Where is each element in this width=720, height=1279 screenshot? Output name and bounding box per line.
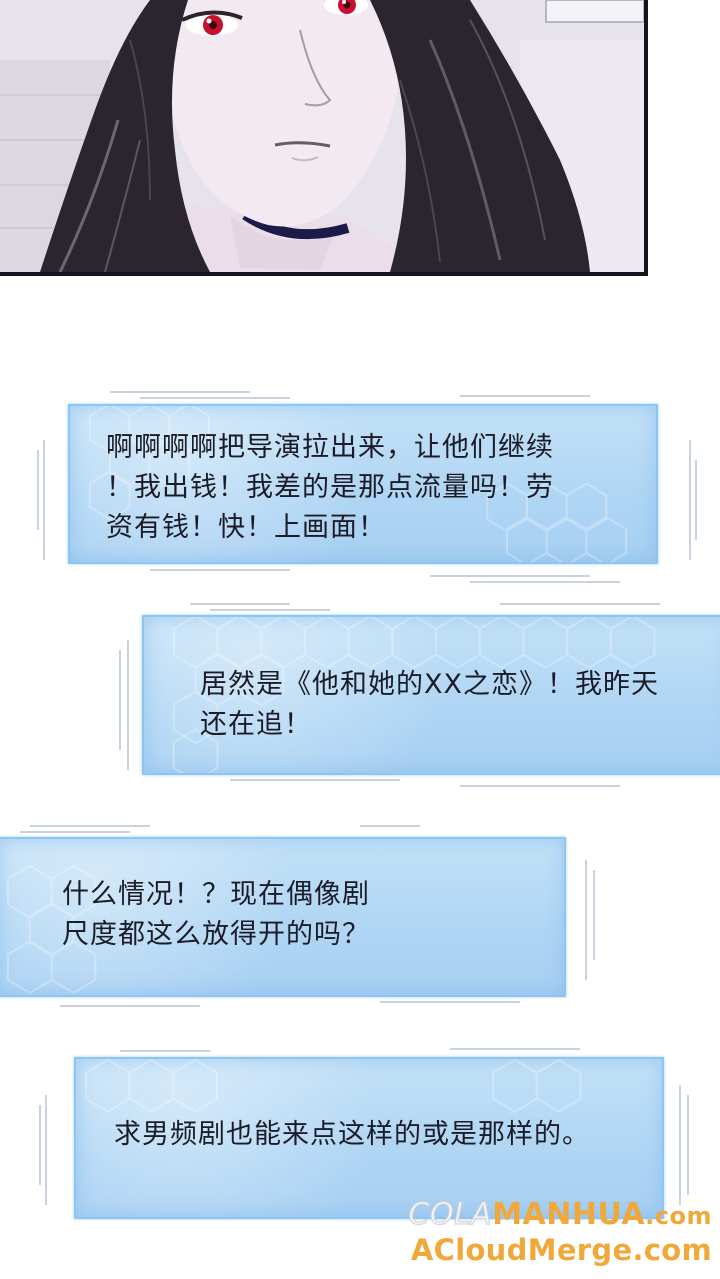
comic-page: 啊啊啊啊把导演拉出来，让他们继续 ！我出钱！我差的是那点流量吗！劳 资有钱！快！… bbox=[0, 0, 720, 1279]
comment-text: 啊啊啊啊把导演拉出来，让他们继续 ！我出钱！我差的是那点流量吗！劳 资有钱！快！… bbox=[106, 432, 554, 543]
comment-bubble: 求男频剧也能来点这样的或是那样的。 bbox=[74, 1057, 664, 1219]
comment-text: 什么情况！？现在偶像剧 尺度都这么放得开的吗？ bbox=[62, 879, 370, 950]
comment-text: 求男频剧也能来点这样的或是那样的。 bbox=[114, 1119, 590, 1150]
comment-bubble: 啊啊啊啊把导演拉出来，让他们继续 ！我出钱！我差的是那点流量吗！劳 资有钱！快！… bbox=[68, 404, 658, 564]
watermark: COLAMANHUA.com ACloudMerge.com bbox=[408, 1197, 712, 1267]
comment-text: 居然是《他和她的XX之恋》！我昨天 还在追！ bbox=[200, 669, 659, 740]
watermark-cola: COLA bbox=[408, 1197, 493, 1232]
comment-bubble: 什么情况！？现在偶像剧 尺度都这么放得开的吗？ bbox=[0, 837, 566, 997]
watermark-domain: .com bbox=[645, 1202, 712, 1230]
watermark-manhua: MANHUA bbox=[492, 1197, 646, 1232]
character-illustration bbox=[0, 0, 644, 272]
watermark-acloudmerge: ACloudMerge.com bbox=[410, 1233, 712, 1267]
comic-panel bbox=[0, 0, 648, 276]
comment-bubble: 居然是《他和她的XX之恋》！我昨天 还在追！ bbox=[142, 615, 720, 775]
watermark-site: COLAMANHUA.com bbox=[408, 1197, 712, 1232]
